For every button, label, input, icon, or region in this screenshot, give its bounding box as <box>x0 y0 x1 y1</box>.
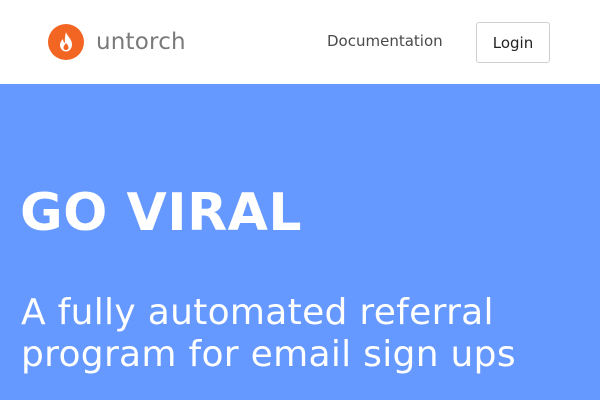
login-button[interactable]: Login <box>476 22 550 63</box>
hero-title: GO VIRAL <box>20 183 303 243</box>
brand-logo-link[interactable]: untorch <box>48 24 186 60</box>
documentation-link[interactable]: Documentation <box>327 31 443 51</box>
top-navbar: untorch Documentation Login <box>0 0 600 84</box>
flame-icon <box>48 24 84 60</box>
brand-name: untorch <box>96 29 186 55</box>
landing-page: untorch Documentation Login GO VIRAL A f… <box>0 0 600 400</box>
hero-subtitle: A fully automated referral program for e… <box>21 292 516 375</box>
